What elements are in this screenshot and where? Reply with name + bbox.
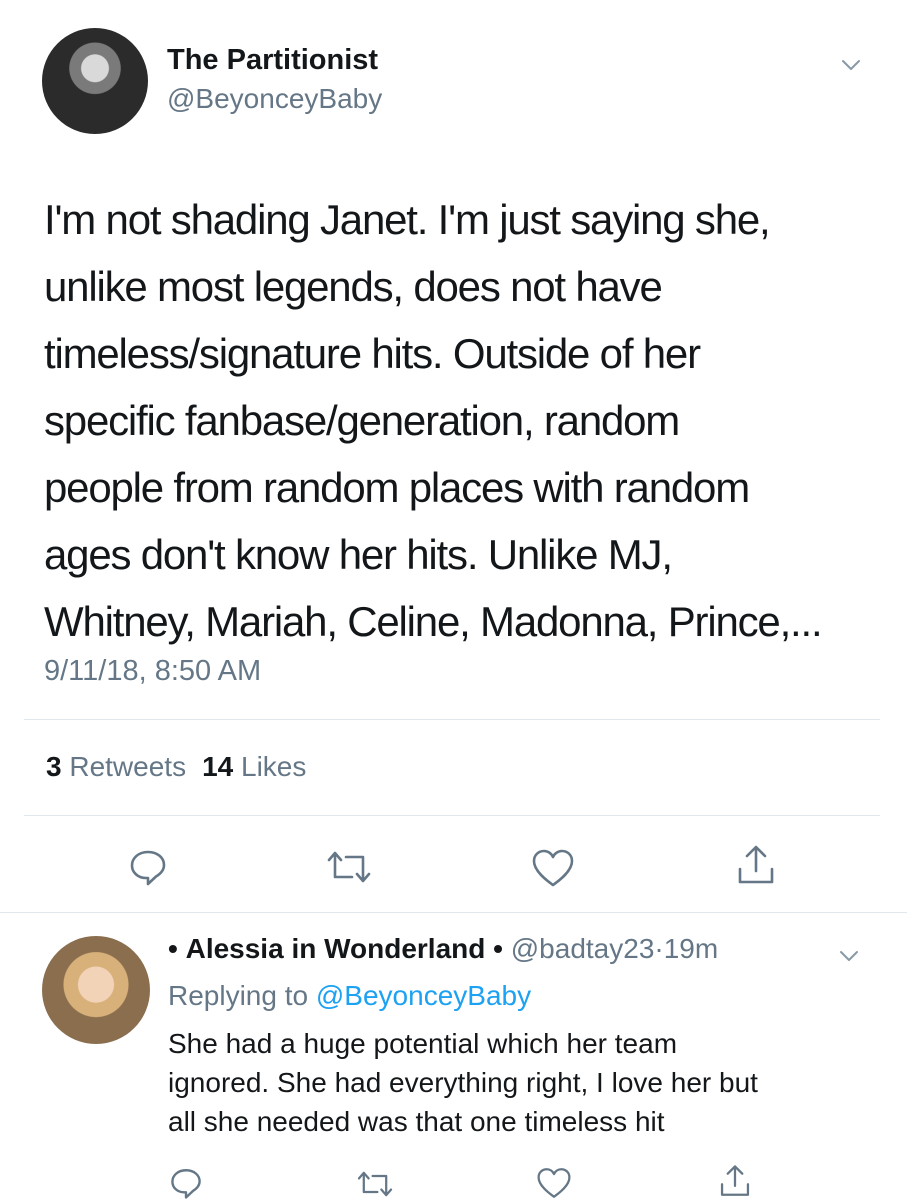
heart-icon[interactable]	[535, 1166, 573, 1200]
retweets-count: 3	[46, 751, 62, 782]
tweet-stats: 3 Retweets 14 Likes	[46, 751, 306, 783]
heart-icon[interactable]	[530, 847, 576, 889]
tweet-timestamp: 9/11/18, 8:50 AM	[44, 655, 262, 687]
reply-icon[interactable]	[169, 1166, 203, 1200]
share-icon[interactable]	[735, 843, 777, 887]
reply-time[interactable]: 19m	[664, 933, 718, 964]
reply-avatar[interactable]	[42, 936, 150, 1044]
replying-prefix: Replying to	[168, 980, 309, 1011]
tweet-text-line: I'm not shading Janet. I'm just saying s…	[44, 196, 771, 243]
tweet-text-line: timeless/signature hits. Outside of her	[44, 330, 701, 377]
retweet-icon[interactable]	[355, 1168, 395, 1200]
divider	[24, 815, 880, 816]
tweet-text-line: Whitney, Mariah, Celine, Madonna, Prince…	[44, 598, 823, 645]
main-tweet-display-name[interactable]: The Partitionist	[167, 44, 378, 77]
tweet-text-line: unlike most legends, does not have	[44, 263, 663, 310]
tweet-text-line: specific fanbase/generation, random	[44, 397, 680, 444]
reply-header: • Alessia in Wonderland • @badtay23·19m	[168, 933, 718, 965]
tweet-text-line: people from random places with random	[44, 464, 750, 511]
reply-icon[interactable]	[128, 847, 168, 887]
replying-to: Replying to @BeyonceyBaby	[168, 980, 531, 1012]
chevron-down-icon[interactable]	[840, 54, 862, 76]
likes-stat[interactable]: 14 Likes	[202, 751, 306, 782]
tweet-text-line: ages don't know her hits. Unlike MJ,	[44, 531, 673, 578]
main-tweet-avatar[interactable]	[42, 28, 148, 134]
divider	[0, 912, 907, 913]
reply-text: She had a huge potential which her team …	[168, 1024, 868, 1141]
reply-text-line: ignored. She had everything right, I lov…	[168, 1067, 758, 1098]
reply-text-line: all she needed was that one timeless hit	[168, 1106, 665, 1137]
share-icon[interactable]	[718, 1163, 752, 1199]
reply-handle[interactable]: @badtay23	[511, 933, 655, 964]
main-tweet-handle[interactable]: @BeyonceyBaby	[167, 83, 382, 115]
retweets-label: Retweets	[69, 751, 187, 782]
likes-count: 14	[202, 751, 234, 782]
reply-bullet: •	[493, 933, 503, 964]
likes-label: Likes	[241, 751, 307, 782]
chevron-down-icon[interactable]	[838, 945, 860, 967]
reply-bullet: •	[168, 933, 178, 964]
divider	[24, 719, 880, 720]
replying-mention-link[interactable]: @BeyonceyBaby	[316, 980, 531, 1011]
reply-text-line: She had a huge potential which her team	[168, 1028, 678, 1059]
reply-display-name[interactable]: Alessia in Wonderland	[186, 933, 486, 964]
reply-separator: ·	[654, 933, 664, 964]
retweets-stat[interactable]: 3 Retweets	[46, 751, 186, 782]
main-tweet-text: I'm not shading Janet. I'm just saying s…	[44, 186, 884, 655]
retweet-icon[interactable]	[325, 847, 373, 887]
